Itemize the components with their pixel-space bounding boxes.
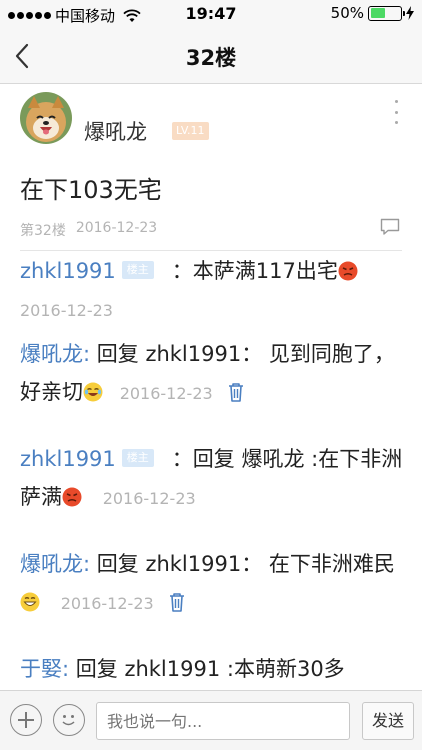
reply-author[interactable]: 于婜:: [20, 657, 69, 681]
reply-text: ：本萨满117出宅: [171, 259, 338, 283]
nav-bar: 32楼: [0, 28, 422, 84]
grin-emoji-icon: [20, 592, 40, 612]
level-badge: LV.11: [172, 122, 209, 140]
battery-percent: 50%: [330, 4, 364, 22]
divider: [20, 250, 402, 251]
post-date: 2016-12-23: [75, 220, 158, 236]
status-right: 50%: [331, 4, 414, 22]
avatar[interactable]: [20, 92, 72, 144]
page-title: 32楼: [185, 46, 237, 70]
charging-bolt-icon: [406, 6, 414, 20]
laugh-cry-emoji-icon: [83, 382, 103, 402]
reply-item: zhkl1991 楼主 ：回复 爆吼龙 :在下非洲萨满 2016-12-23: [20, 440, 405, 518]
battery-icon: [368, 5, 405, 21]
reply-item: 爆吼龙: 回复 zhkl1991： 在下非洲难民 2016-12-23: [20, 545, 405, 623]
reply-date: 2016-12-23: [119, 384, 213, 403]
floor-number: 第32楼: [20, 223, 66, 239]
angry-emoji-icon: [62, 487, 82, 507]
trash-icon[interactable]: [227, 382, 245, 402]
reply-author[interactable]: zhkl1991: [20, 259, 116, 283]
owner-badge: 楼主: [121, 261, 154, 279]
reply-author[interactable]: 爆吼龙:: [20, 342, 90, 366]
reply-item: zhkl1991 楼主 ：本萨满117出宅 2016-12-23: [20, 252, 405, 330]
reply-text: 回复 zhkl1991 :本萌新30多: [75, 657, 345, 681]
owner-badge: 楼主: [121, 449, 154, 467]
reply-text: 回复 zhkl1991： 在下非洲难民: [96, 552, 395, 576]
battery-level-fill: [370, 8, 385, 18]
more-options-icon[interactable]: [392, 100, 400, 124]
shiba-dog-avatar-icon: [20, 92, 72, 144]
post-meta: 第32楼 2016-12-23: [20, 220, 157, 240]
reply-date: 2016-12-23: [102, 489, 196, 508]
reply-date: 2016-12-23: [20, 301, 113, 320]
comment-icon[interactable]: [380, 218, 400, 236]
angry-emoji-icon: [338, 261, 358, 281]
reply-author[interactable]: zhkl1991: [20, 447, 116, 471]
reply-date: 2016-12-23: [60, 594, 154, 613]
comment-input[interactable]: [96, 702, 350, 740]
smiley-icon: [62, 715, 75, 726]
add-attachment-button[interactable]: [10, 704, 42, 736]
reply-item: 爆吼龙: 回复 zhkl1991： 见到同胞了，好亲切 2016-12-23: [20, 335, 405, 413]
author-name[interactable]: 爆吼龙: [84, 116, 147, 146]
emoji-button[interactable]: [53, 704, 85, 736]
send-button[interactable]: 发送: [362, 702, 414, 740]
reply-author[interactable]: 爆吼龙:: [20, 552, 90, 576]
status-bar: 中国移动 19:47 50%: [0, 0, 422, 28]
comment-input-bar: 发送: [0, 690, 422, 750]
post-content: 在下103无宅: [20, 176, 162, 204]
reply-item: 于婜: 回复 zhkl1991 :本萌新30多: [20, 650, 405, 688]
trash-icon[interactable]: [168, 592, 186, 612]
